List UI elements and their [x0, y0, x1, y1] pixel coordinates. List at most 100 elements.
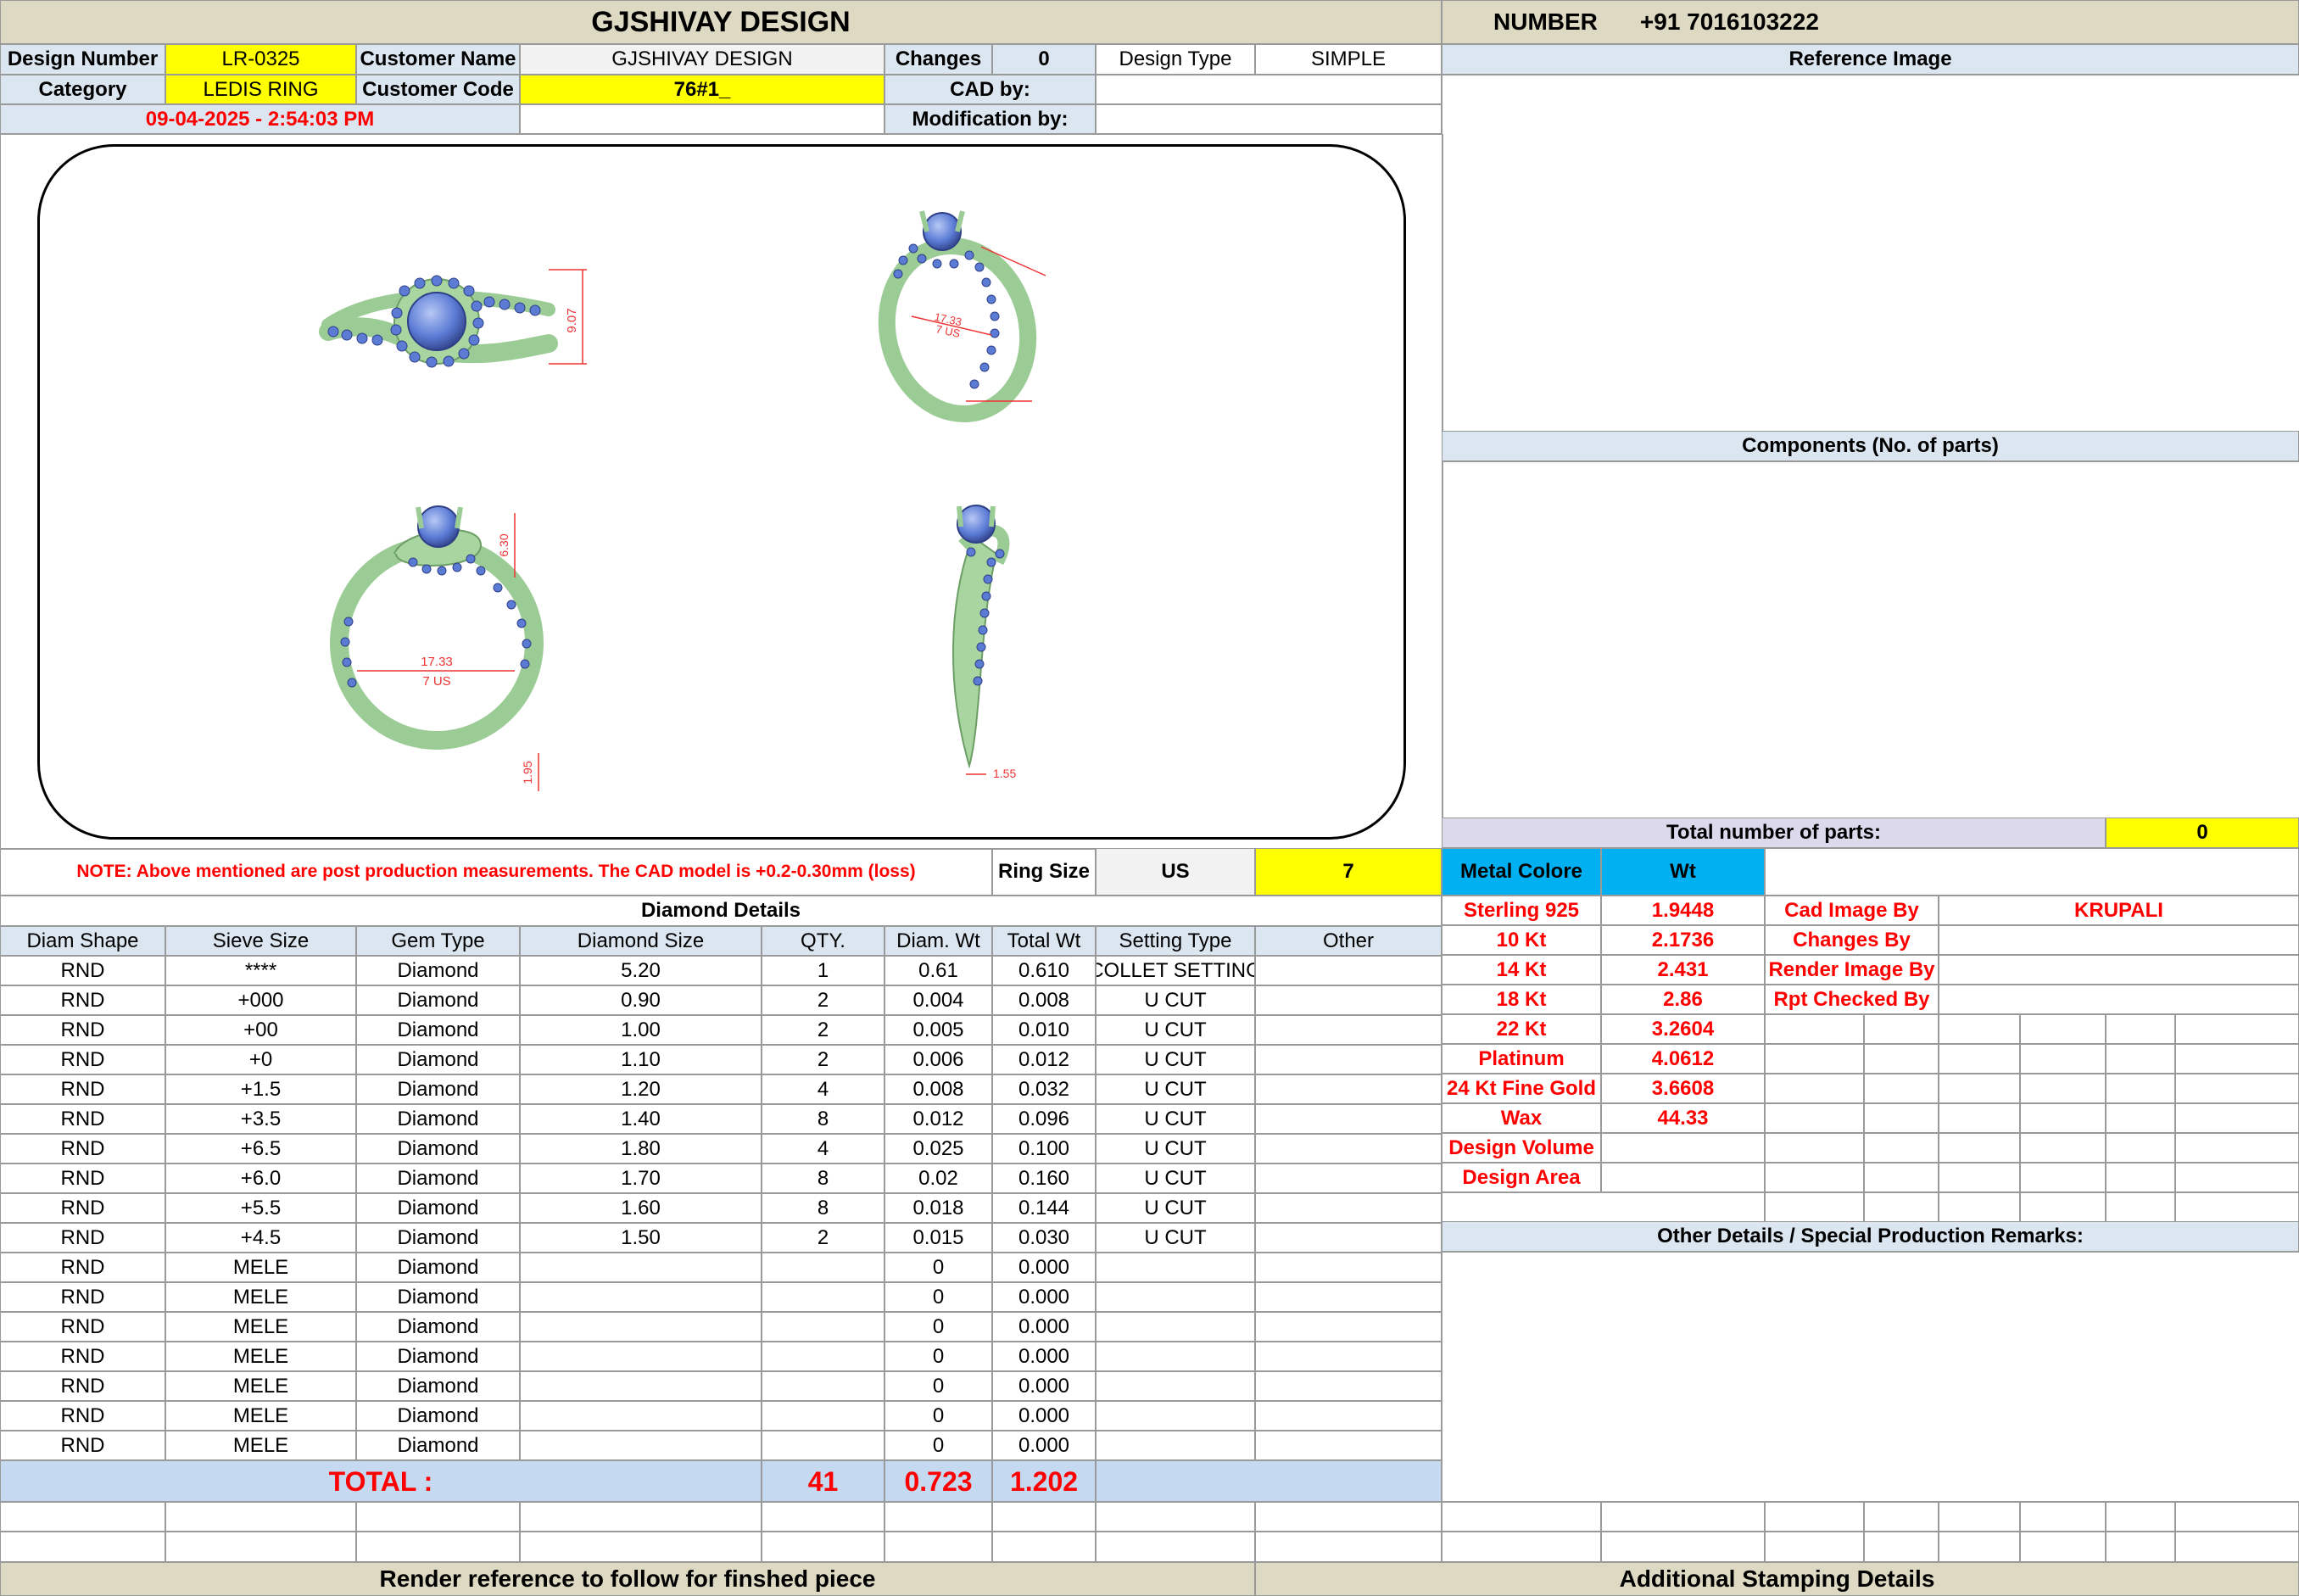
grid-cell[interactable]: [2175, 1103, 2299, 1133]
blank-grid-cell[interactable]: [356, 1532, 520, 1562]
credit-value[interactable]: [1939, 955, 2299, 985]
grid-cell[interactable]: [1939, 1014, 2020, 1044]
blank-grid-cell[interactable]: [1096, 1501, 1255, 1532]
grid-cell[interactable]: [2175, 1014, 2299, 1044]
diamond-cell-setting-type[interactable]: U CUT: [1096, 985, 1255, 1015]
diamond-cell-diamond-size[interactable]: 1.60: [520, 1193, 762, 1223]
diamond-cell-qty[interactable]: [762, 1342, 884, 1371]
diamond-cell-gem-type[interactable]: Diamond: [356, 1371, 520, 1401]
metal-weight[interactable]: 1.9448: [1601, 896, 1765, 925]
diamond-cell-total-wt[interactable]: 0.000: [992, 1371, 1096, 1401]
diamond-cell-other[interactable]: [1255, 1431, 1442, 1460]
diamond-cell-setting-type[interactable]: U CUT: [1096, 1015, 1255, 1045]
diamond-cell-diam-shape[interactable]: RND: [0, 1371, 165, 1401]
blank-grid-cell[interactable]: [1601, 1532, 1765, 1562]
diamond-cell-diam-wt[interactable]: 0.006: [884, 1045, 992, 1074]
changes-value[interactable]: 0: [992, 44, 1096, 75]
diamond-cell-diam-shape[interactable]: RND: [0, 1104, 165, 1134]
diamond-cell-diam-shape[interactable]: RND: [0, 1282, 165, 1312]
diamond-cell-total-wt[interactable]: 0.144: [992, 1193, 1096, 1223]
customer-code-value[interactable]: 76#1_: [520, 75, 884, 104]
credit-value[interactable]: [1939, 985, 2299, 1014]
diamond-cell-setting-type[interactable]: [1096, 1312, 1255, 1342]
components-area[interactable]: [1442, 461, 2299, 819]
blank-grid-cell[interactable]: [992, 1501, 1096, 1532]
diamond-cell-diamond-size[interactable]: 1.70: [520, 1164, 762, 1193]
customer-name-value[interactable]: GJSHIVAY DESIGN: [520, 44, 884, 75]
diamond-cell-setting-type[interactable]: U CUT: [1096, 1074, 1255, 1104]
diamond-cell-qty[interactable]: 2: [762, 1223, 884, 1253]
diamond-cell-diam-shape[interactable]: RND: [0, 985, 165, 1015]
diamond-cell-sieve-size[interactable]: MELE: [165, 1253, 356, 1282]
grid-cell[interactable]: [1765, 1074, 1864, 1103]
blank-grid-cell[interactable]: [2106, 1501, 2175, 1532]
diamond-cell-gem-type[interactable]: Diamond: [356, 1134, 520, 1164]
diamond-cell-other[interactable]: [1255, 1253, 1442, 1282]
diamond-cell-setting-type[interactable]: [1096, 1282, 1255, 1312]
diamond-cell-diam-wt[interactable]: 0: [884, 1253, 992, 1282]
diamond-cell-qty[interactable]: [762, 1401, 884, 1431]
diamond-cell-other[interactable]: [1255, 1401, 1442, 1431]
diamond-cell-other[interactable]: [1255, 985, 1442, 1015]
blank-grid-cell[interactable]: [1765, 1501, 1864, 1532]
diamond-cell-other[interactable]: [1255, 1015, 1442, 1045]
metal-weight[interactable]: [1601, 1163, 1765, 1192]
diamond-cell-total-wt[interactable]: 0.030: [992, 1223, 1096, 1253]
diamond-cell-setting-type[interactable]: [1096, 1342, 1255, 1371]
grid-cell[interactable]: [1939, 1133, 2020, 1163]
design-type-value[interactable]: SIMPLE: [1255, 44, 1442, 75]
grid-cell[interactable]: [1864, 1163, 1939, 1192]
diamond-cell-gem-type[interactable]: Diamond: [356, 1193, 520, 1223]
grid-cell[interactable]: [1939, 1192, 2020, 1222]
diamond-cell-qty[interactable]: 2: [762, 1045, 884, 1074]
diamond-cell-setting-type[interactable]: U CUT: [1096, 1193, 1255, 1223]
diamond-cell-other[interactable]: [1255, 1193, 1442, 1223]
diamond-cell-total-wt[interactable]: 0.000: [992, 1431, 1096, 1460]
blank-grid-cell[interactable]: [762, 1501, 884, 1532]
blank-grid-cell[interactable]: [1255, 1501, 1442, 1532]
diamond-cell-sieve-size[interactable]: MELE: [165, 1312, 356, 1342]
diamond-cell-gem-type[interactable]: Diamond: [356, 1431, 520, 1460]
diamond-cell-diam-wt[interactable]: 0.008: [884, 1074, 992, 1104]
diamond-cell-qty[interactable]: 8: [762, 1164, 884, 1193]
diamond-cell-diam-wt[interactable]: 0: [884, 1342, 992, 1371]
diamond-cell-total-wt[interactable]: 0.096: [992, 1104, 1096, 1134]
diamond-cell-qty[interactable]: [762, 1431, 884, 1460]
diamond-cell-other[interactable]: [1255, 1223, 1442, 1253]
grid-cell[interactable]: [2020, 1044, 2106, 1074]
diamond-cell-total-wt[interactable]: 0.012: [992, 1045, 1096, 1074]
diamond-cell-sieve-size[interactable]: +6.0: [165, 1164, 356, 1193]
diamond-cell-qty[interactable]: [762, 1312, 884, 1342]
diamond-cell-other[interactable]: [1255, 1371, 1442, 1401]
metal-weight[interactable]: 2.431: [1601, 955, 1765, 985]
cad-by-value[interactable]: [1096, 75, 1442, 104]
diamond-cell-diamond-size[interactable]: [520, 1401, 762, 1431]
diamond-cell-gem-type[interactable]: Diamond: [356, 1015, 520, 1045]
blank-grid-cell[interactable]: [884, 1532, 992, 1562]
diamond-cell-diam-wt[interactable]: 0: [884, 1282, 992, 1312]
diamond-cell-sieve-size[interactable]: +5.5: [165, 1193, 356, 1223]
diamond-cell-qty[interactable]: 4: [762, 1074, 884, 1104]
diamond-cell-sieve-size[interactable]: +3.5: [165, 1104, 356, 1134]
blank-grid-cell[interactable]: [1096, 1532, 1255, 1562]
diamond-cell-diam-shape[interactable]: RND: [0, 1193, 165, 1223]
grid-cell[interactable]: [2175, 1044, 2299, 1074]
diamond-cell-diam-wt[interactable]: 0.025: [884, 1134, 992, 1164]
design-number-value[interactable]: LR-0325: [165, 44, 356, 75]
grid-cell[interactable]: [2020, 1163, 2106, 1192]
metal-weight[interactable]: 3.2604: [1601, 1014, 1765, 1044]
metal-weight[interactable]: 44.33: [1601, 1103, 1765, 1133]
grid-cell[interactable]: [2106, 1192, 2175, 1222]
diamond-cell-diamond-size[interactable]: 1.80: [520, 1134, 762, 1164]
diamond-cell-diam-wt[interactable]: 0: [884, 1401, 992, 1431]
blank-grid-cell[interactable]: [1601, 1501, 1765, 1532]
diamond-cell-diam-wt[interactable]: 0.018: [884, 1193, 992, 1223]
diamond-cell-setting-type[interactable]: U CUT: [1096, 1164, 1255, 1193]
diamond-cell-diamond-size[interactable]: [520, 1342, 762, 1371]
blank-grid-cell[interactable]: [1864, 1501, 1939, 1532]
diamond-cell-diam-wt[interactable]: 0: [884, 1431, 992, 1460]
diamond-cell-gem-type[interactable]: Diamond: [356, 1401, 520, 1431]
diamond-cell-gem-type[interactable]: Diamond: [356, 1104, 520, 1134]
diamond-cell-diam-wt[interactable]: 0: [884, 1312, 992, 1342]
diamond-cell-gem-type[interactable]: Diamond: [356, 1045, 520, 1074]
